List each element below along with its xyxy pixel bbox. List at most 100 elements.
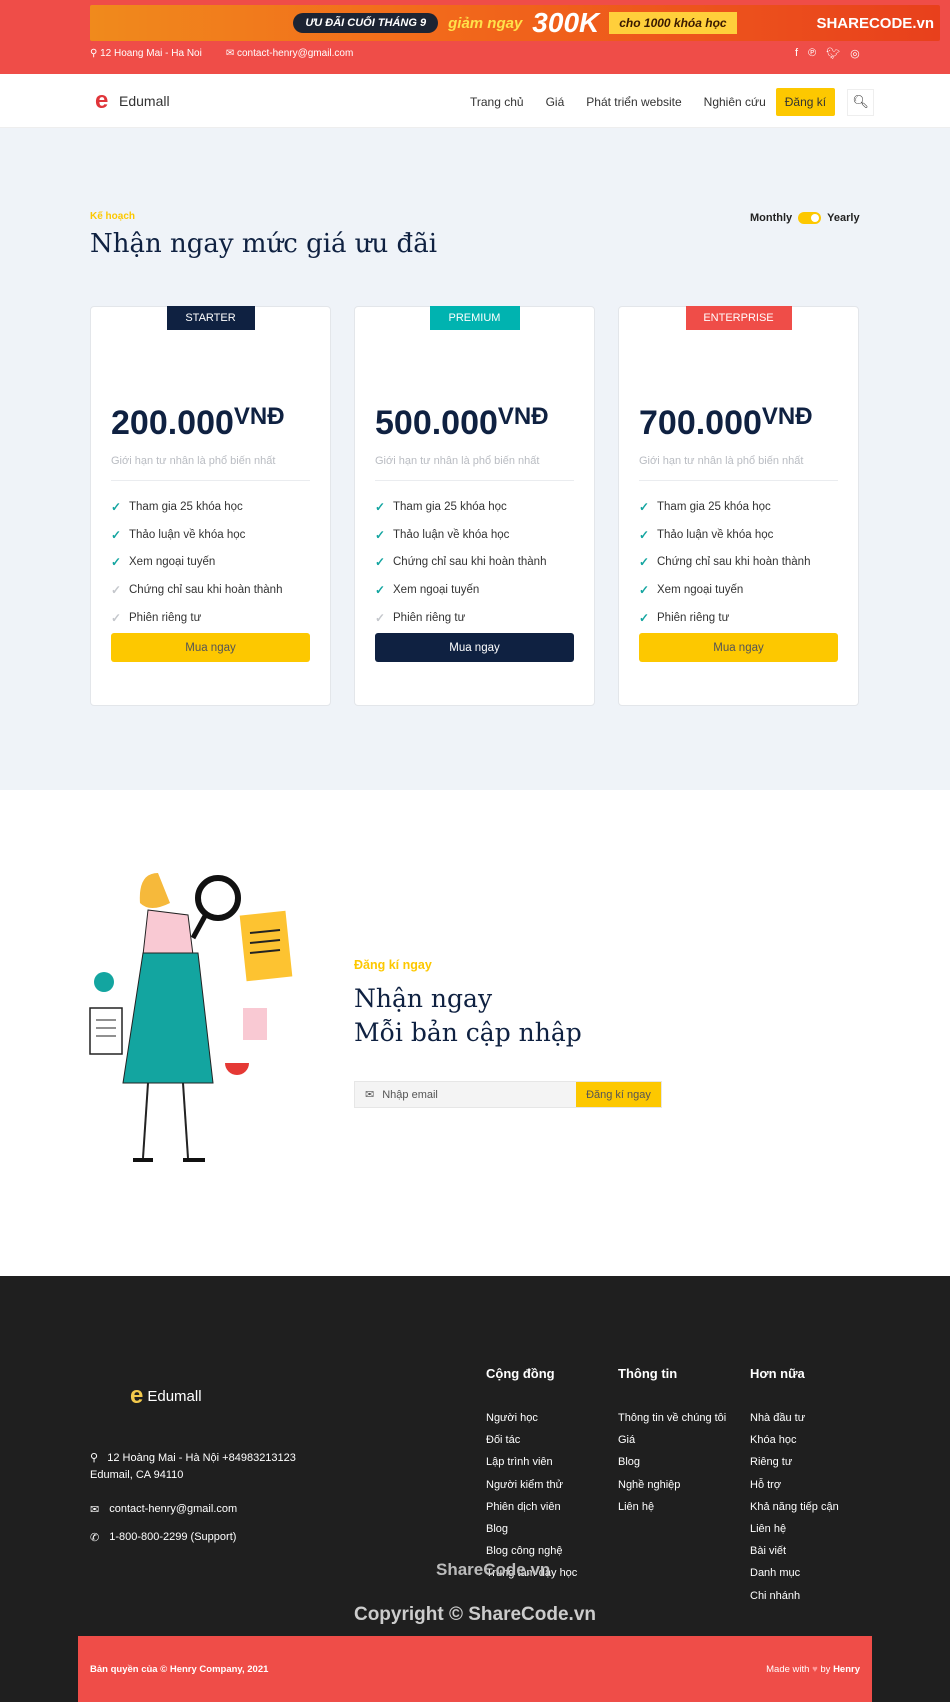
watermark-small: ShareCode.vn (436, 1560, 551, 1579)
signup-button[interactable]: Đăng kí (775, 88, 836, 116)
check-icon: ✓ (375, 610, 386, 625)
envelope-icon: ✉ (90, 1504, 100, 1516)
nav-item-web-dev[interactable]: Phát triển website (586, 95, 681, 109)
footer-link[interactable]: Người kiểm thử (486, 1474, 611, 1496)
check-icon: ✓ (111, 499, 122, 514)
footer-address: ⚲ 12 Hoàng Mai - Hà Nội +84983213123 Edum… (90, 1450, 296, 1484)
footer-link[interactable]: Nhà đầu tư (750, 1407, 875, 1429)
copyright-bar: Bản quyền của © Henry Company, 2021 Made… (78, 1636, 872, 1702)
price-value: 200.000 (111, 404, 234, 442)
facebook-icon[interactable]: f (795, 47, 798, 60)
divider (639, 480, 838, 481)
email-input[interactable]: ✉ Nhập email (355, 1082, 576, 1107)
search-icon: 🔍︎ (852, 94, 869, 109)
footer-link[interactable]: Liên hệ (618, 1496, 743, 1518)
footer-column: Cộng đồng Người học Đối tác Lập trình viên N… (486, 1366, 611, 1585)
check-icon: ✓ (375, 499, 386, 514)
footer-column-title: Thông tin (618, 1366, 678, 1381)
buy-now-button[interactable]: Mua ngay (375, 633, 574, 662)
subscribe-button[interactable]: Đăng kí ngay (576, 1082, 661, 1107)
footer-link[interactable]: Hỗ trợ (750, 1474, 875, 1496)
billing-toggle[interactable]: Monthly Yearly (750, 212, 860, 224)
footer-phone-text[interactable]: 1-800-800-2299 (Support) (109, 1531, 236, 1544)
footer-link[interactable]: Đối tác (486, 1429, 611, 1451)
footer-column: Thông tin Thông tin về chúng tôi Giá Blog Ng… (618, 1366, 743, 1518)
footer-link[interactable]: Nghề nghiệp (618, 1474, 743, 1496)
nav-item-research[interactable]: Nghiên cứu (704, 95, 766, 109)
newsletter-illustration (89, 873, 293, 1162)
buy-now-button[interactable]: Mua ngay (639, 633, 838, 662)
feature-item: ✓ Xem ngoại tuyến (639, 576, 810, 604)
footer-email: ✉ contact-henry@gmail.com (90, 1503, 237, 1516)
pricing-card-enterprise: ENTERPRISE 700.000VNĐ Giới hạn tư nhân l… (618, 306, 859, 706)
logo[interactable]: e Edumall (95, 87, 170, 114)
footer-link[interactable]: Khả năng tiếp cận (750, 1496, 875, 1518)
feature-item: ✓ Chứng chỉ sau khi hoàn thành (375, 548, 546, 576)
feature-text: Thảo luận về khóa học (129, 528, 246, 541)
toggle-yearly-label: Yearly (827, 212, 860, 224)
price-currency: VNĐ (497, 403, 549, 430)
footer-link[interactable]: Thông tin về chúng tôi (618, 1407, 743, 1429)
check-icon: ✓ (375, 582, 386, 597)
footer-link[interactable]: Liên hệ (750, 1518, 875, 1540)
divider (375, 480, 574, 481)
toggle-switch[interactable] (798, 212, 822, 224)
pinterest-icon[interactable]: ℗ (808, 47, 816, 60)
feature-text: Phiên riêng tư (129, 611, 202, 624)
email-placeholder: Nhập email (382, 1088, 438, 1101)
footer-link[interactable]: Blog (486, 1518, 611, 1540)
topbar-email[interactable]: contact-henry@gmail.com (237, 48, 353, 59)
check-icon: ✓ (639, 582, 650, 597)
nav-item-home[interactable]: Trang chủ (470, 95, 524, 109)
buy-now-button[interactable]: Mua ngay (111, 633, 310, 662)
footer-link[interactable]: Phiên dịch viên (486, 1496, 611, 1518)
check-icon: ✓ (111, 582, 122, 597)
feature-item: ✓ Xem ngoại tuyến (375, 576, 546, 604)
footer-link[interactable]: Riêng tư (750, 1451, 875, 1473)
footer-link[interactable]: Lập trình viên (486, 1451, 611, 1473)
footer-link[interactable]: Bài viết (750, 1540, 875, 1562)
map-pin-icon: ⚲ (90, 48, 98, 59)
instagram-icon[interactable]: ◎ (850, 47, 860, 60)
map-pin-icon: ⚲ (90, 1452, 99, 1464)
footer-link[interactable]: Khóa học (750, 1429, 875, 1451)
check-icon: ✓ (111, 610, 122, 625)
author-name[interactable]: Henry (833, 1664, 860, 1675)
footer-link[interactable]: Người học (486, 1407, 611, 1429)
logo-mark-icon: e (95, 87, 109, 114)
feature-item: ✓ Tham gia 25 khóa học (639, 493, 810, 521)
feature-item: ✓ Thảo luận về khóa học (375, 521, 546, 549)
price-currency: VNĐ (233, 403, 285, 430)
footer-link[interactable]: Giá (618, 1429, 743, 1451)
feature-text: Tham gia 25 khóa học (657, 500, 771, 513)
newsletter-text: Đăng kí ngay Nhận ngay Mỗi bản cập nhập (354, 958, 582, 1050)
feature-text: Xem ngoại tuyến (129, 556, 216, 569)
footer-logo[interactable]: e Edumall (130, 1382, 202, 1410)
feature-text: Chứng chỉ sau khi hoàn thành (657, 556, 811, 569)
topbar-address: 12 Hoang Mai - Ha Noi (100, 48, 202, 59)
heart-icon: ♥ (812, 1664, 818, 1675)
feature-item: ✓ Chứng chỉ sau khi hoàn thành (639, 548, 810, 576)
footer-email-text[interactable]: contact-henry@gmail.com (109, 1503, 237, 1516)
feature-text: Thảo luận về khóa học (393, 528, 510, 541)
plan-tag: STARTER (166, 306, 255, 330)
feature-item: ✓ Thảo luận về khóa học (111, 521, 282, 549)
price-value: 500.000 (375, 404, 498, 442)
plan-price: 500.000VNĐ (375, 403, 549, 443)
feature-item: ✓ Xem ngoại tuyến (111, 548, 282, 576)
feature-text: Xem ngoại tuyến (393, 583, 480, 596)
newsletter-title-line1: Nhận ngay (354, 984, 493, 1013)
newsletter-eyebrow: Đăng kí ngay (354, 958, 432, 972)
footer-link[interactable]: Blog (618, 1451, 743, 1473)
contact-info: ⚲ 12 Hoang Mai - Ha Noi ✉ contact-henry@… (90, 48, 353, 59)
promo-banner[interactable]: ƯU ĐÃI CUỐI THÁNG 9 giảm ngay 300K cho 1… (90, 5, 940, 41)
feature-item: ✓ Thảo luận về khóa học (639, 521, 810, 549)
logo-text: Edumall (119, 93, 170, 109)
newsletter-title-line2: Mỗi bản cập nhập (354, 1018, 582, 1047)
envelope-icon: ✉ (225, 48, 235, 59)
twitter-icon[interactable]: 🐦︎ (826, 47, 840, 60)
pricing-card-premium: PREMIUM 500.000VNĐ Giới hạn tư nhân là p… (354, 306, 595, 706)
search-button[interactable]: 🔍︎ (847, 88, 875, 116)
nav-item-pricing[interactable]: Giá (546, 95, 565, 109)
footer-link[interactable]: Danh mục (750, 1562, 875, 1584)
